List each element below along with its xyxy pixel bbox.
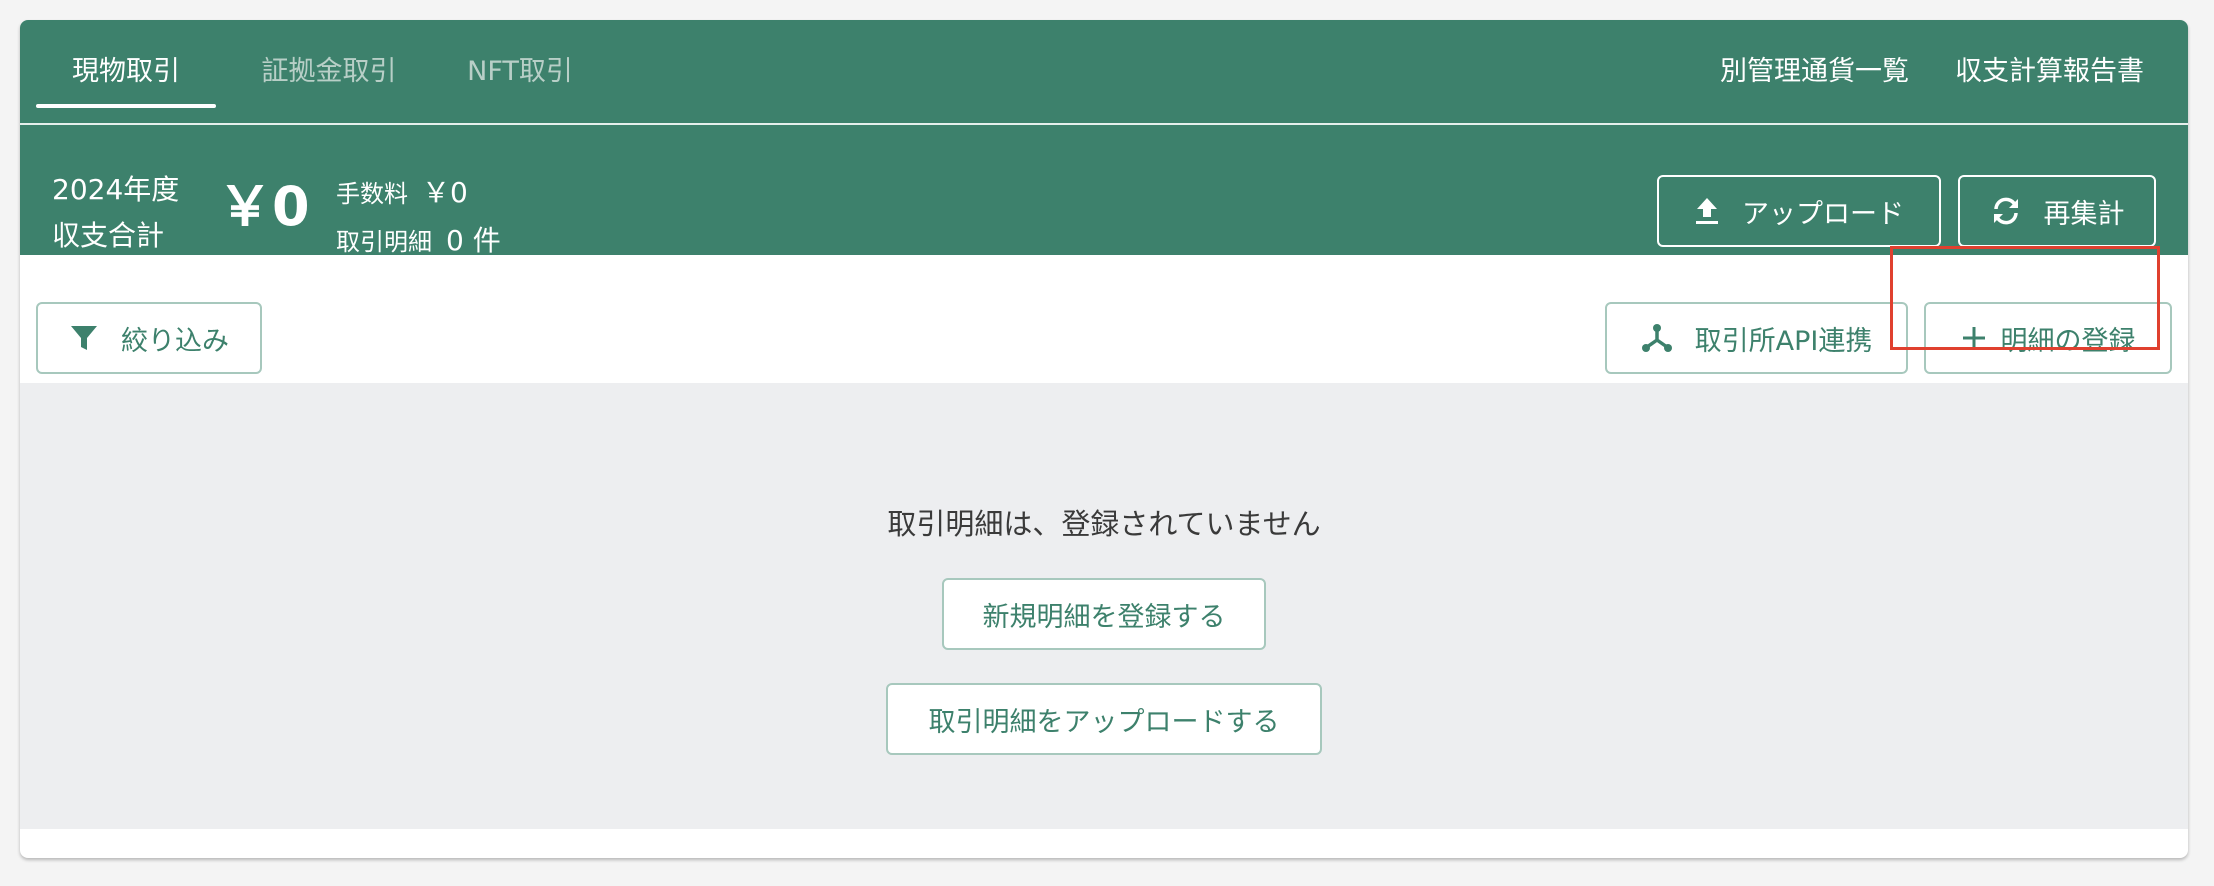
upload-button[interactable]: アップロード xyxy=(1657,175,1941,247)
fee-row: 手数料 ￥0 xyxy=(336,171,468,211)
count-value: 0 件 xyxy=(446,224,501,257)
fiscal-year-label: 2024年度 収支合計 xyxy=(52,167,179,259)
transactions-card: 現物取引 証拠金取引 NFT取引 別管理通貨一覧 収支計算報告書 2024年度 … xyxy=(20,20,2188,858)
tab-bar: 現物取引 証拠金取引 NFT取引 別管理通貨一覧 収支計算報告書 xyxy=(20,20,2188,125)
exchange-api-label: 取引所API連携 xyxy=(1694,325,1873,357)
upload-details-label: 取引明細をアップロードする xyxy=(928,706,1280,738)
filter-icon xyxy=(71,326,97,350)
register-new-detail-button[interactable]: 新規明細を登録する xyxy=(942,578,1266,650)
upload-details-button[interactable]: 取引明細をアップロードする xyxy=(886,683,1322,755)
register-new-detail-label: 新規明細を登録する xyxy=(982,601,1226,633)
add-detail-label: 明細の登録 xyxy=(2000,325,2136,357)
total-label: 収支合計 xyxy=(52,219,165,252)
count-row: 取引明細 0 件 xyxy=(336,219,501,259)
filter-button[interactable]: 絞り込み xyxy=(36,302,262,374)
fee-value: ￥0 xyxy=(422,176,468,209)
exchange-api-button[interactable]: 取引所API連携 xyxy=(1605,302,1908,374)
plus-icon xyxy=(1962,327,1985,349)
filter-label: 絞り込み xyxy=(121,325,229,357)
active-tab-indicator xyxy=(36,104,216,108)
api-connect-icon xyxy=(1641,324,1672,352)
empty-message: 取引明細は、登録されていません xyxy=(887,507,1321,541)
refresh-icon xyxy=(1993,197,2018,225)
separate-currency-list-link[interactable]: 別管理通貨一覧 xyxy=(1720,20,1909,123)
count-label: 取引明細 xyxy=(336,228,432,256)
upload-icon xyxy=(1696,198,1718,224)
summary-band: 2024年度 収支合計 ￥0 手数料 ￥0 取引明細 0 件 アップロード 再集計 xyxy=(20,125,2188,257)
tab-margin-trading[interactable]: 証拠金取引 xyxy=(234,20,424,123)
tab-nft-trading[interactable]: NFT取引 xyxy=(440,20,600,123)
total-amount: ￥0 xyxy=(218,175,310,238)
add-detail-button[interactable]: 明細の登録 xyxy=(1924,302,2172,374)
fee-label: 手数料 xyxy=(336,180,408,208)
fiscal-year: 2024年度 xyxy=(52,173,180,206)
upload-label: アップロード xyxy=(1742,198,1904,230)
empty-state: 取引明細は、登録されていません 新規明細を登録する 取引明細をアップロードする xyxy=(20,383,2188,829)
income-report-link[interactable]: 収支計算報告書 xyxy=(1955,20,2144,123)
recalculate-button[interactable]: 再集計 xyxy=(1958,175,2156,247)
recalculate-label: 再集計 xyxy=(2043,198,2125,230)
toolbar: 絞り込み 取引所API連携 明細の登録 xyxy=(20,255,2188,374)
